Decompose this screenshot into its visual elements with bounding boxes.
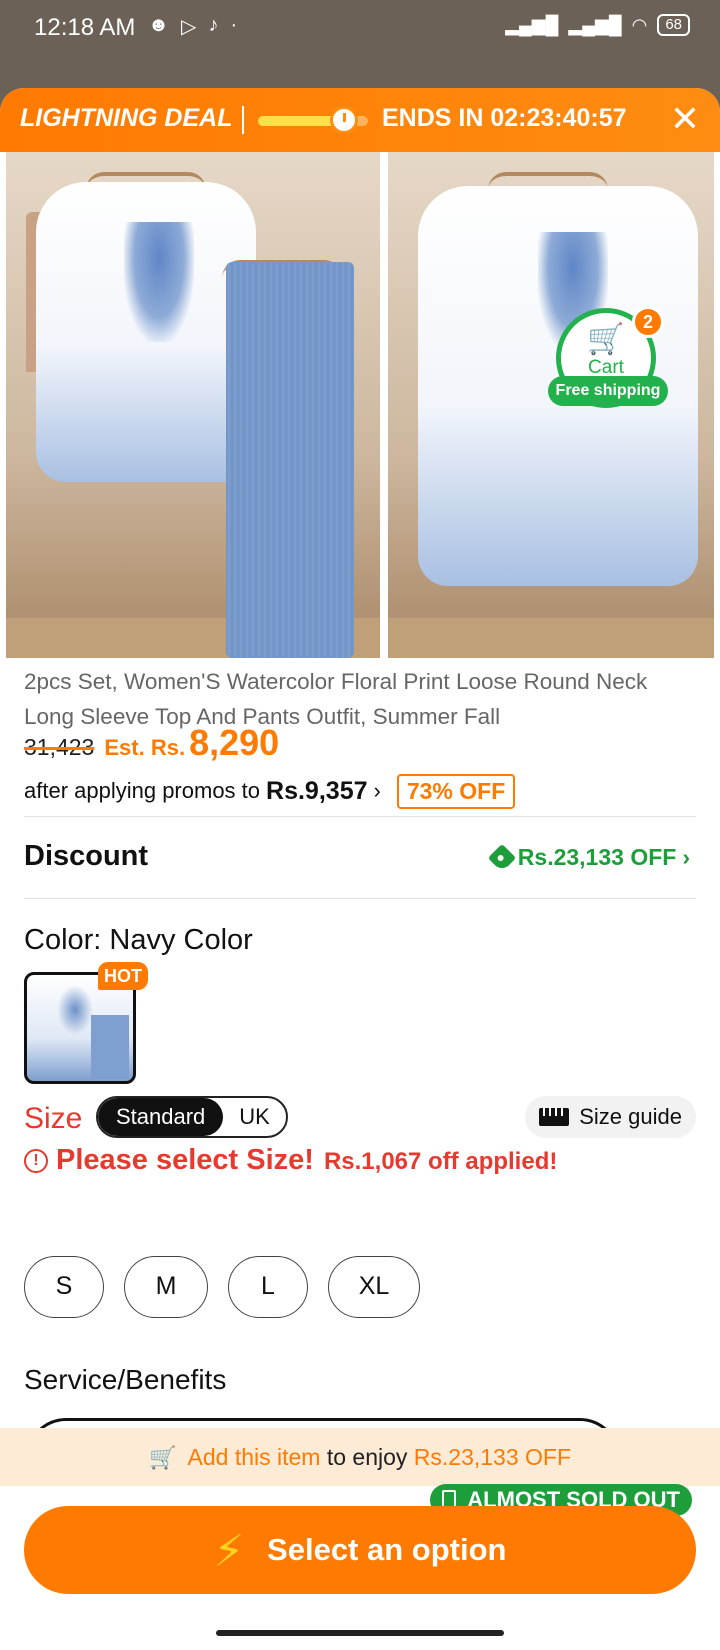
add-item-amount: Rs.23,133 OFF xyxy=(413,1444,572,1470)
discount-value[interactable]: Rs.23,133 OFF › xyxy=(487,843,690,872)
hot-badge: HOT xyxy=(98,962,148,990)
cart-count-badge: 2 xyxy=(632,306,664,338)
service-benefits-title: Service/Benefits xyxy=(24,1364,227,1395)
play-icon: ▷ xyxy=(181,16,197,38)
size-warning-text: Please select Size! xyxy=(56,1144,314,1176)
size-guide-label: Size guide xyxy=(579,1104,682,1129)
wifi-icon: ◠ xyxy=(631,14,648,35)
price-row: 31,423 Est. Rs. 8,290 xyxy=(24,722,279,770)
select-option-button[interactable]: ⚡ Select an option xyxy=(24,1506,696,1594)
size-applied-text: Rs.1,067 off applied! xyxy=(323,1148,558,1175)
chevron-right-icon[interactable]: › xyxy=(374,778,381,804)
ruler-icon xyxy=(539,1108,570,1126)
est-label: Est. Rs. xyxy=(104,735,186,760)
select-option-label: Select an option xyxy=(267,1532,507,1567)
add-item-banner[interactable]: 🛒 Add this item to enjoy Rs.23,133 OFF xyxy=(0,1428,720,1486)
size-guide-button[interactable]: Size guide xyxy=(525,1096,696,1138)
discount-label: Discount xyxy=(24,840,149,872)
signal-icon-2: ▂▄▆█ xyxy=(568,14,622,35)
deal-title: LIGHTNING DEAL xyxy=(20,104,233,132)
divider xyxy=(24,816,696,817)
size-option-l[interactable]: L xyxy=(228,1256,308,1318)
size-warning: ! Please select Size! Rs.1,067 off appli… xyxy=(24,1144,557,1177)
chevron-right-icon: › xyxy=(682,844,690,870)
pants-shape xyxy=(226,262,354,658)
floating-cart[interactable]: 🛒 Cart 2 Free shipping xyxy=(548,306,668,408)
size-option-m[interactable]: M xyxy=(124,1256,208,1318)
tiktok-icon: ♪ xyxy=(208,14,219,36)
swatch-flower-shape xyxy=(57,985,93,1035)
size-standard-option[interactable]: Standard xyxy=(98,1098,224,1136)
clock-icon xyxy=(330,106,358,134)
add-item-middle: to enjoy xyxy=(326,1444,408,1470)
close-icon[interactable]: ✕ xyxy=(664,98,706,140)
size-option-s[interactable]: S xyxy=(24,1256,104,1318)
size-standard-toggle[interactable]: Standard UK xyxy=(96,1096,288,1138)
original-price: 31,423 xyxy=(24,734,95,760)
cart-add-icon: 🛒 xyxy=(148,1445,177,1470)
lightning-deal-bar: LIGHTNING DEAL ENDS IN 02:23:40:57 ✕ xyxy=(0,88,720,152)
deal-divider xyxy=(242,106,244,134)
size-option-xl[interactable]: XL xyxy=(328,1256,420,1318)
lightning-icon: ⚡ xyxy=(213,1527,245,1576)
product-sheet: LIGHTNING DEAL ENDS IN 02:23:40:57 ✕ 🛒 C… xyxy=(0,88,720,1650)
swatch-pants-shape xyxy=(91,1015,129,1079)
product-image-1[interactable] xyxy=(6,152,380,658)
system-icons: ▂▄▆█ ▂▄▆█ ◠ 68 xyxy=(505,14,690,36)
promo-row[interactable]: after applying promos to Rs.9,357 › 73% … xyxy=(24,772,516,810)
off-badge: 73% OFF xyxy=(396,773,516,809)
signal-icon: ▂▄▆█ xyxy=(505,14,559,35)
battery-icon: 68 xyxy=(657,14,690,36)
status-time: 12:18 AM xyxy=(34,14,136,41)
status-bar: 12:18 AM ☻ ▷ ♪ · ▂▄▆█ ▂▄▆█ ◠ 68 xyxy=(0,0,720,56)
size-label: Size xyxy=(24,1102,83,1135)
sale-price: 8,290 xyxy=(189,722,280,763)
color-label: Color: Navy Color xyxy=(24,924,253,956)
deal-countdown: ENDS IN 02:23:40:57 xyxy=(382,104,627,132)
notification-icons: ☻ ▷ ♪ · xyxy=(148,14,237,39)
discount-amount: Rs.23,133 OFF xyxy=(517,844,677,870)
ghost-icon: ☻ xyxy=(148,14,170,36)
alert-icon: ! xyxy=(24,1148,48,1173)
home-indicator[interactable] xyxy=(216,1630,504,1636)
size-options: S M L XL xyxy=(24,1256,420,1318)
promo-text: after applying promos to xyxy=(24,778,261,803)
free-shipping-badge: Free shipping xyxy=(548,376,668,406)
dot-icon: · xyxy=(230,14,238,36)
shelf-shape xyxy=(388,618,714,658)
divider xyxy=(24,898,696,899)
add-item-prefix: Add this item xyxy=(187,1444,321,1470)
size-uk-option[interactable]: UK xyxy=(223,1098,286,1136)
promo-price: Rs.9,357 xyxy=(266,776,368,805)
flower-print-shape xyxy=(124,222,194,342)
tag-icon xyxy=(487,843,516,872)
product-image-2[interactable] xyxy=(388,152,714,658)
